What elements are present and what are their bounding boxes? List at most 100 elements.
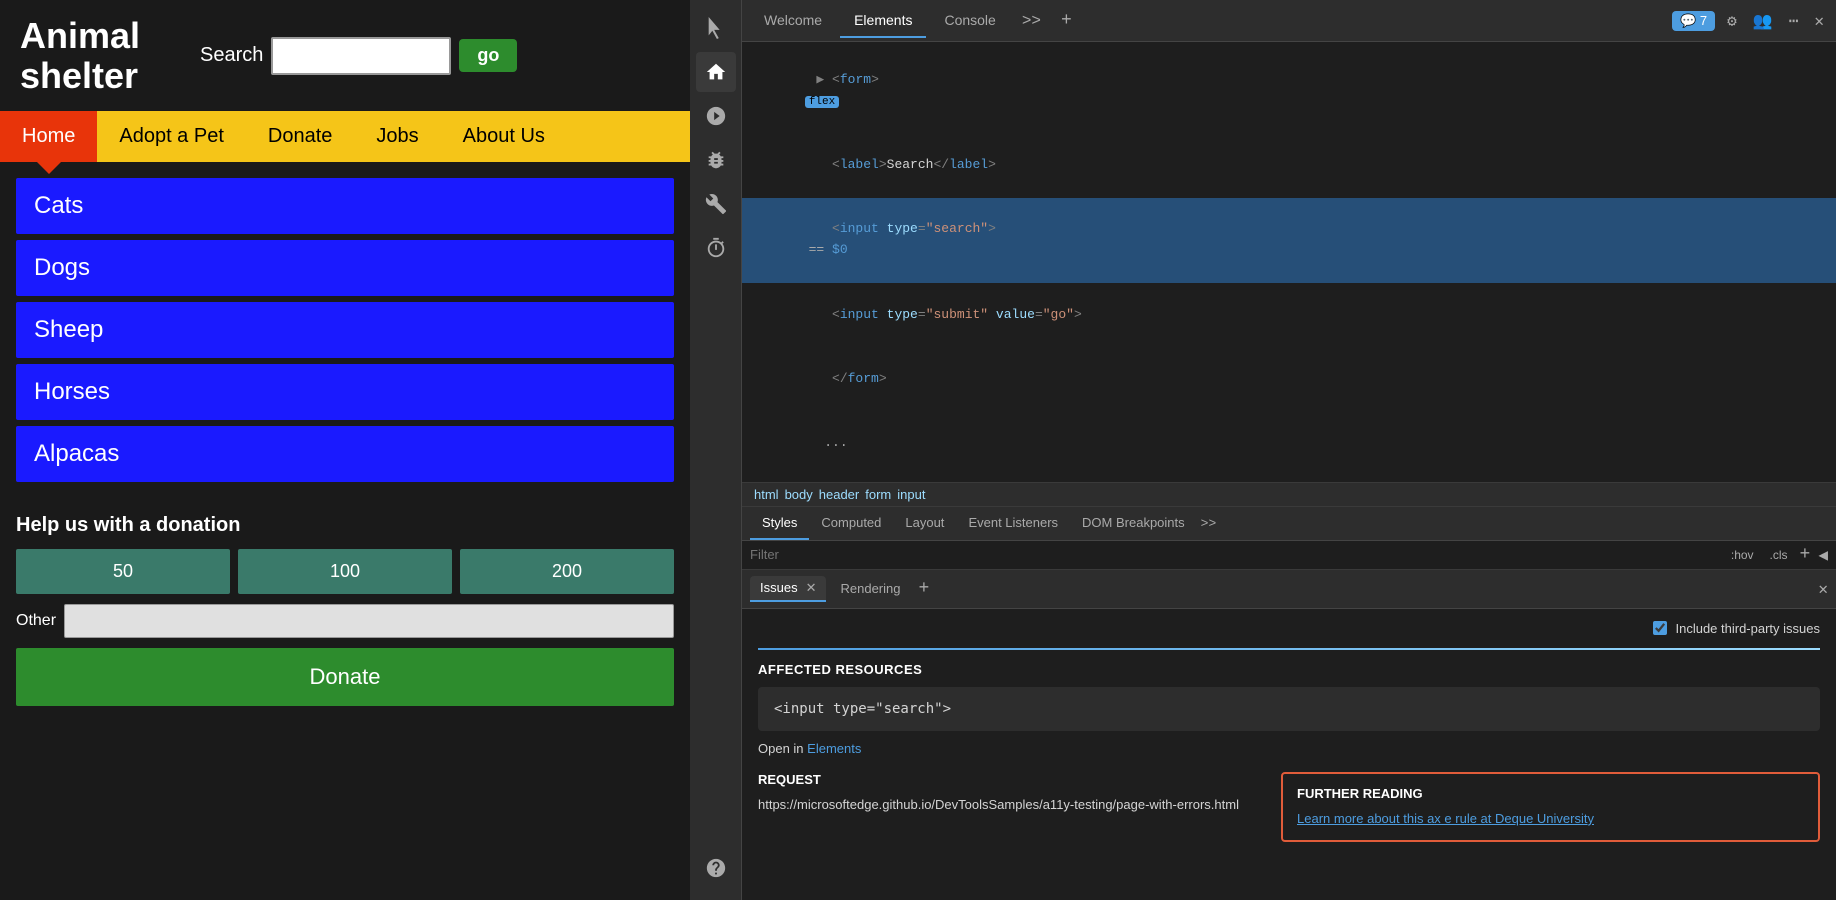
- site-header: Animal shelter Search go: [0, 0, 690, 111]
- styles-tab-dom-breakpoints[interactable]: DOM Breakpoints: [1070, 507, 1197, 540]
- filter-panel-icon[interactable]: ◀: [1818, 545, 1828, 565]
- profile-icon[interactable]: 👥: [1749, 7, 1777, 35]
- tab-welcome[interactable]: Welcome: [750, 4, 836, 38]
- request-url: https://microsoftedge.github.io/DevTools…: [758, 795, 1265, 815]
- blue-divider: [758, 648, 1820, 650]
- tab-more-icon[interactable]: >>: [1014, 8, 1049, 34]
- third-party-row: Include third-party issues: [758, 621, 1820, 636]
- bottom-section: REQUEST https://microsoftedge.github.io/…: [758, 772, 1820, 843]
- search-go-button[interactable]: go: [459, 39, 517, 72]
- amount-50-button[interactable]: 50: [16, 549, 230, 594]
- third-party-label: Include third-party issues: [1675, 621, 1820, 636]
- inspect-icon[interactable]: [696, 96, 736, 136]
- further-reading-link[interactable]: Learn more about this ax e rule at Deque…: [1297, 809, 1804, 829]
- affected-resources-title: AFFECTED RESOURCES: [758, 662, 1820, 677]
- donation-title: Help us with a donation: [16, 514, 674, 537]
- filter-add-icon[interactable]: +: [1800, 545, 1811, 565]
- html-line-input-submit[interactable]: <input type="submit" value="go">: [742, 283, 1836, 347]
- hov-button[interactable]: :hov: [1727, 546, 1758, 564]
- donation-amounts: 50 100 200: [16, 549, 674, 594]
- tab-plus-icon[interactable]: +: [1053, 7, 1080, 35]
- issues-close-all-icon[interactable]: ✕: [1818, 579, 1828, 599]
- question-icon[interactable]: [696, 848, 736, 888]
- open-in-elements: Open in Elements: [758, 741, 1820, 756]
- amount-200-button[interactable]: 200: [460, 549, 674, 594]
- elements-link[interactable]: Elements: [807, 741, 861, 756]
- nav-item-about[interactable]: About Us: [441, 111, 567, 162]
- issues-panel: Issues ✕ Rendering + ✕ Include third-par…: [742, 570, 1836, 900]
- settings-icon[interactable]: ⚙: [1723, 7, 1741, 35]
- breadcrumb-html[interactable]: html: [754, 487, 779, 502]
- nav-item-jobs[interactable]: Jobs: [354, 111, 440, 162]
- amount-100-button[interactable]: 100: [238, 549, 452, 594]
- html-line-dots[interactable]: ...: [742, 412, 1836, 476]
- timer-icon[interactable]: [696, 228, 736, 268]
- html-line-form[interactable]: ▶ <form> flex: [742, 48, 1836, 133]
- search-form: Search go: [200, 37, 517, 75]
- request-title: REQUEST: [758, 772, 1265, 787]
- animal-item-dogs[interactable]: Dogs: [16, 240, 674, 296]
- search-input[interactable]: [271, 37, 451, 75]
- nav-item-donate[interactable]: Donate: [246, 111, 355, 162]
- tab-console[interactable]: Console: [930, 4, 1009, 38]
- animal-item-cats[interactable]: Cats: [16, 178, 674, 234]
- home-icon[interactable]: [696, 52, 736, 92]
- styles-filter-input[interactable]: [750, 547, 1719, 562]
- issues-tab-label: Issues: [760, 580, 798, 595]
- breadcrumb-form[interactable]: form: [865, 487, 891, 502]
- styles-tab-event-listeners[interactable]: Event Listeners: [956, 507, 1070, 540]
- issues-tabs-row: Issues ✕ Rendering + ✕: [742, 570, 1836, 609]
- bug-icon[interactable]: [696, 140, 736, 180]
- nav-bar: Home Adopt a Pet Donate Jobs About Us: [0, 111, 690, 162]
- animal-item-alpacas[interactable]: Alpacas: [16, 426, 674, 482]
- other-label: Other: [16, 612, 56, 630]
- breadcrumb-body[interactable]: body: [785, 487, 813, 502]
- animal-item-horses[interactable]: Horses: [16, 364, 674, 420]
- cls-button[interactable]: .cls: [1766, 546, 1792, 564]
- styles-tabs: Styles Computed Layout Event Listeners D…: [742, 507, 1836, 541]
- breadcrumb-header[interactable]: header: [819, 487, 859, 502]
- other-row: Other: [16, 604, 674, 638]
- search-label: Search: [200, 44, 263, 67]
- devtools-sidebar: [690, 0, 742, 900]
- further-reading-title: FURTHER READING: [1297, 786, 1804, 801]
- rendering-tab[interactable]: Rendering: [830, 577, 910, 600]
- devtools-actions: 💬 7 ⚙ 👥 ⋯ ✕: [1672, 7, 1828, 35]
- html-line-form-close[interactable]: </form>: [742, 347, 1836, 411]
- nav-item-adopt[interactable]: Adopt a Pet: [97, 111, 246, 162]
- issues-tab-close-icon[interactable]: ✕: [806, 580, 817, 596]
- styles-tab-more-icon[interactable]: >>: [1201, 516, 1217, 531]
- devtools-main: Welcome Elements Console >> + 💬 7 ⚙ 👥 ⋯ …: [742, 0, 1836, 900]
- animal-item-sheep[interactable]: Sheep: [16, 302, 674, 358]
- nav-item-home[interactable]: Home: [0, 111, 97, 162]
- filter-row: :hov .cls + ◀: [742, 541, 1836, 570]
- issues-badge[interactable]: 💬 7: [1672, 11, 1715, 31]
- more-options-icon[interactable]: ⋯: [1785, 7, 1803, 35]
- donate-button[interactable]: Donate: [16, 648, 674, 706]
- html-line-label[interactable]: <label>Search</label>: [742, 133, 1836, 197]
- breadcrumb: html body header form input: [742, 483, 1836, 507]
- tools-icon[interactable]: [696, 184, 736, 224]
- code-snippet: <input type="search">: [758, 687, 1820, 731]
- other-input[interactable]: [64, 604, 674, 638]
- styles-tab-styles[interactable]: Styles: [750, 507, 809, 540]
- open-in-text: Open in: [758, 741, 804, 756]
- close-devtools-icon[interactable]: ✕: [1810, 7, 1828, 35]
- site-title: Animal shelter: [20, 16, 140, 95]
- breadcrumb-input[interactable]: input: [897, 487, 925, 502]
- issues-tab[interactable]: Issues ✕: [750, 576, 826, 602]
- devtools-tabs: Welcome Elements Console >> + 💬 7 ⚙ 👥 ⋯ …: [742, 0, 1836, 42]
- tab-elements[interactable]: Elements: [840, 4, 926, 38]
- animals-list: Cats Dogs Sheep Horses Alpacas: [16, 178, 674, 482]
- further-reading-section: FURTHER READING Learn more about this ax…: [1281, 772, 1820, 843]
- html-line-input-search[interactable]: <input type="search"> == $0: [742, 198, 1836, 283]
- code-text: <input type="search">: [774, 701, 951, 717]
- issues-tab-add-icon[interactable]: +: [918, 579, 929, 599]
- issues-content: Include third-party issues AFFECTED RESO…: [742, 609, 1836, 900]
- html-view: ▶ <form> flex <label>Search</label> <inp…: [742, 42, 1836, 483]
- styles-tab-layout[interactable]: Layout: [893, 507, 956, 540]
- cursor-icon[interactable]: [696, 8, 736, 48]
- request-section: REQUEST https://microsoftedge.github.io/…: [758, 772, 1265, 843]
- third-party-checkbox[interactable]: [1653, 621, 1667, 635]
- styles-tab-computed[interactable]: Computed: [809, 507, 893, 540]
